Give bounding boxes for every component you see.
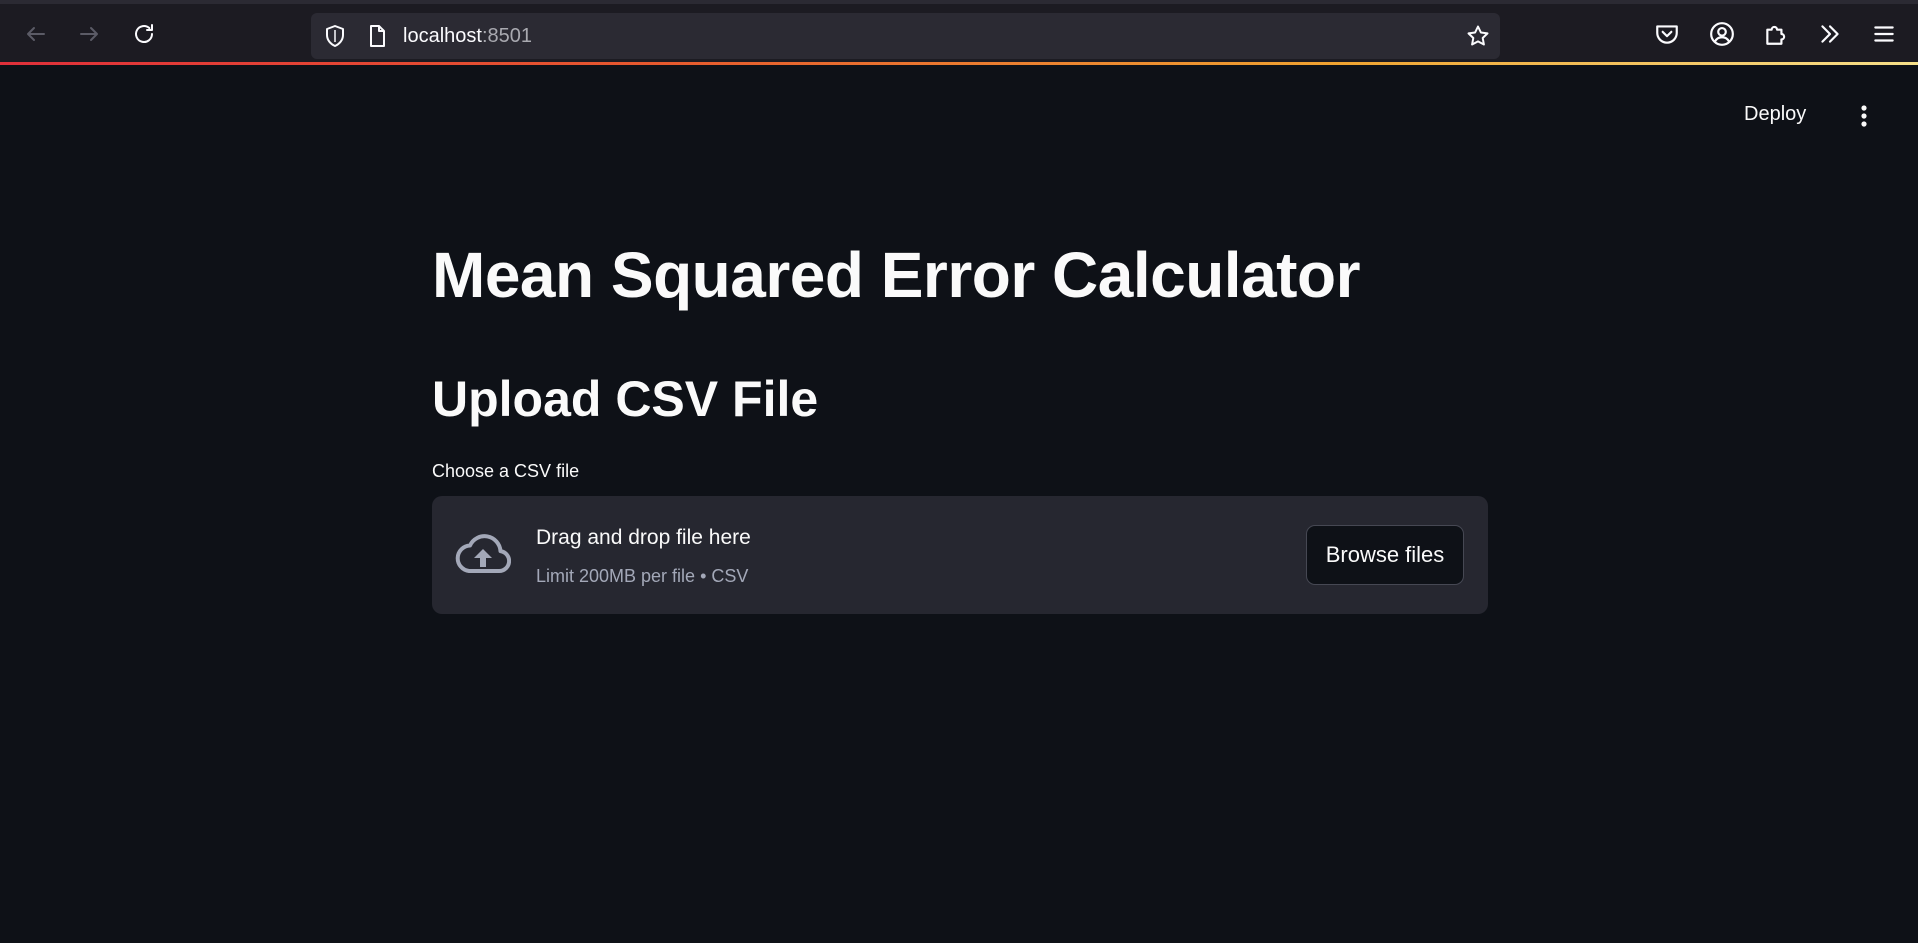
page-icon[interactable]: [365, 24, 389, 48]
browser-toolbar: localhost:8501: [0, 0, 1918, 63]
bookmark-star-icon[interactable]: [1466, 24, 1490, 48]
page-title: Mean Squared Error Calculator: [432, 239, 1360, 311]
dropzone-instructions: Drag and drop file here: [536, 526, 751, 549]
cloud-upload-icon: [455, 534, 511, 574]
account-button[interactable]: [1707, 19, 1737, 49]
file-dropzone[interactable]: Drag and drop file here Limit 200MB per …: [432, 496, 1488, 614]
arrow-left-icon: [27, 27, 45, 41]
browse-files-button[interactable]: Browse files: [1306, 525, 1464, 585]
forward-button[interactable]: [71, 16, 107, 52]
kebab-menu-icon: [1861, 105, 1867, 127]
shield-icon[interactable]: [323, 24, 347, 48]
overflow-button[interactable]: [1815, 19, 1845, 49]
reload-button[interactable]: [126, 16, 162, 52]
app-menu-button[interactable]: [1869, 19, 1899, 49]
arrow-right-icon: [80, 27, 98, 41]
account-icon: [1710, 22, 1734, 46]
pocket-button[interactable]: [1652, 19, 1682, 49]
address-bar[interactable]: localhost:8501: [311, 13, 1500, 59]
dropzone-limit-text: Limit 200MB per file • CSV: [536, 566, 749, 586]
section-subheader: Upload CSV File: [432, 371, 819, 427]
url-host: localhost: [403, 25, 482, 47]
url-text[interactable]: localhost:8501: [403, 25, 532, 47]
reload-icon: [135, 24, 153, 43]
page-load-progress: [0, 62, 1918, 65]
main-menu-button[interactable]: [1852, 102, 1876, 130]
deploy-button[interactable]: Deploy: [1744, 103, 1806, 126]
double-chevron-right-icon: [1821, 25, 1839, 43]
pocket-icon: [1656, 25, 1678, 44]
url-port: :8501: [481, 25, 532, 47]
extensions-button[interactable]: [1761, 19, 1791, 49]
back-button[interactable]: [18, 16, 54, 52]
file-uploader-label: Choose a CSV file: [432, 461, 580, 481]
puzzle-icon: [1766, 25, 1786, 45]
hamburger-menu-icon: [1874, 26, 1894, 42]
